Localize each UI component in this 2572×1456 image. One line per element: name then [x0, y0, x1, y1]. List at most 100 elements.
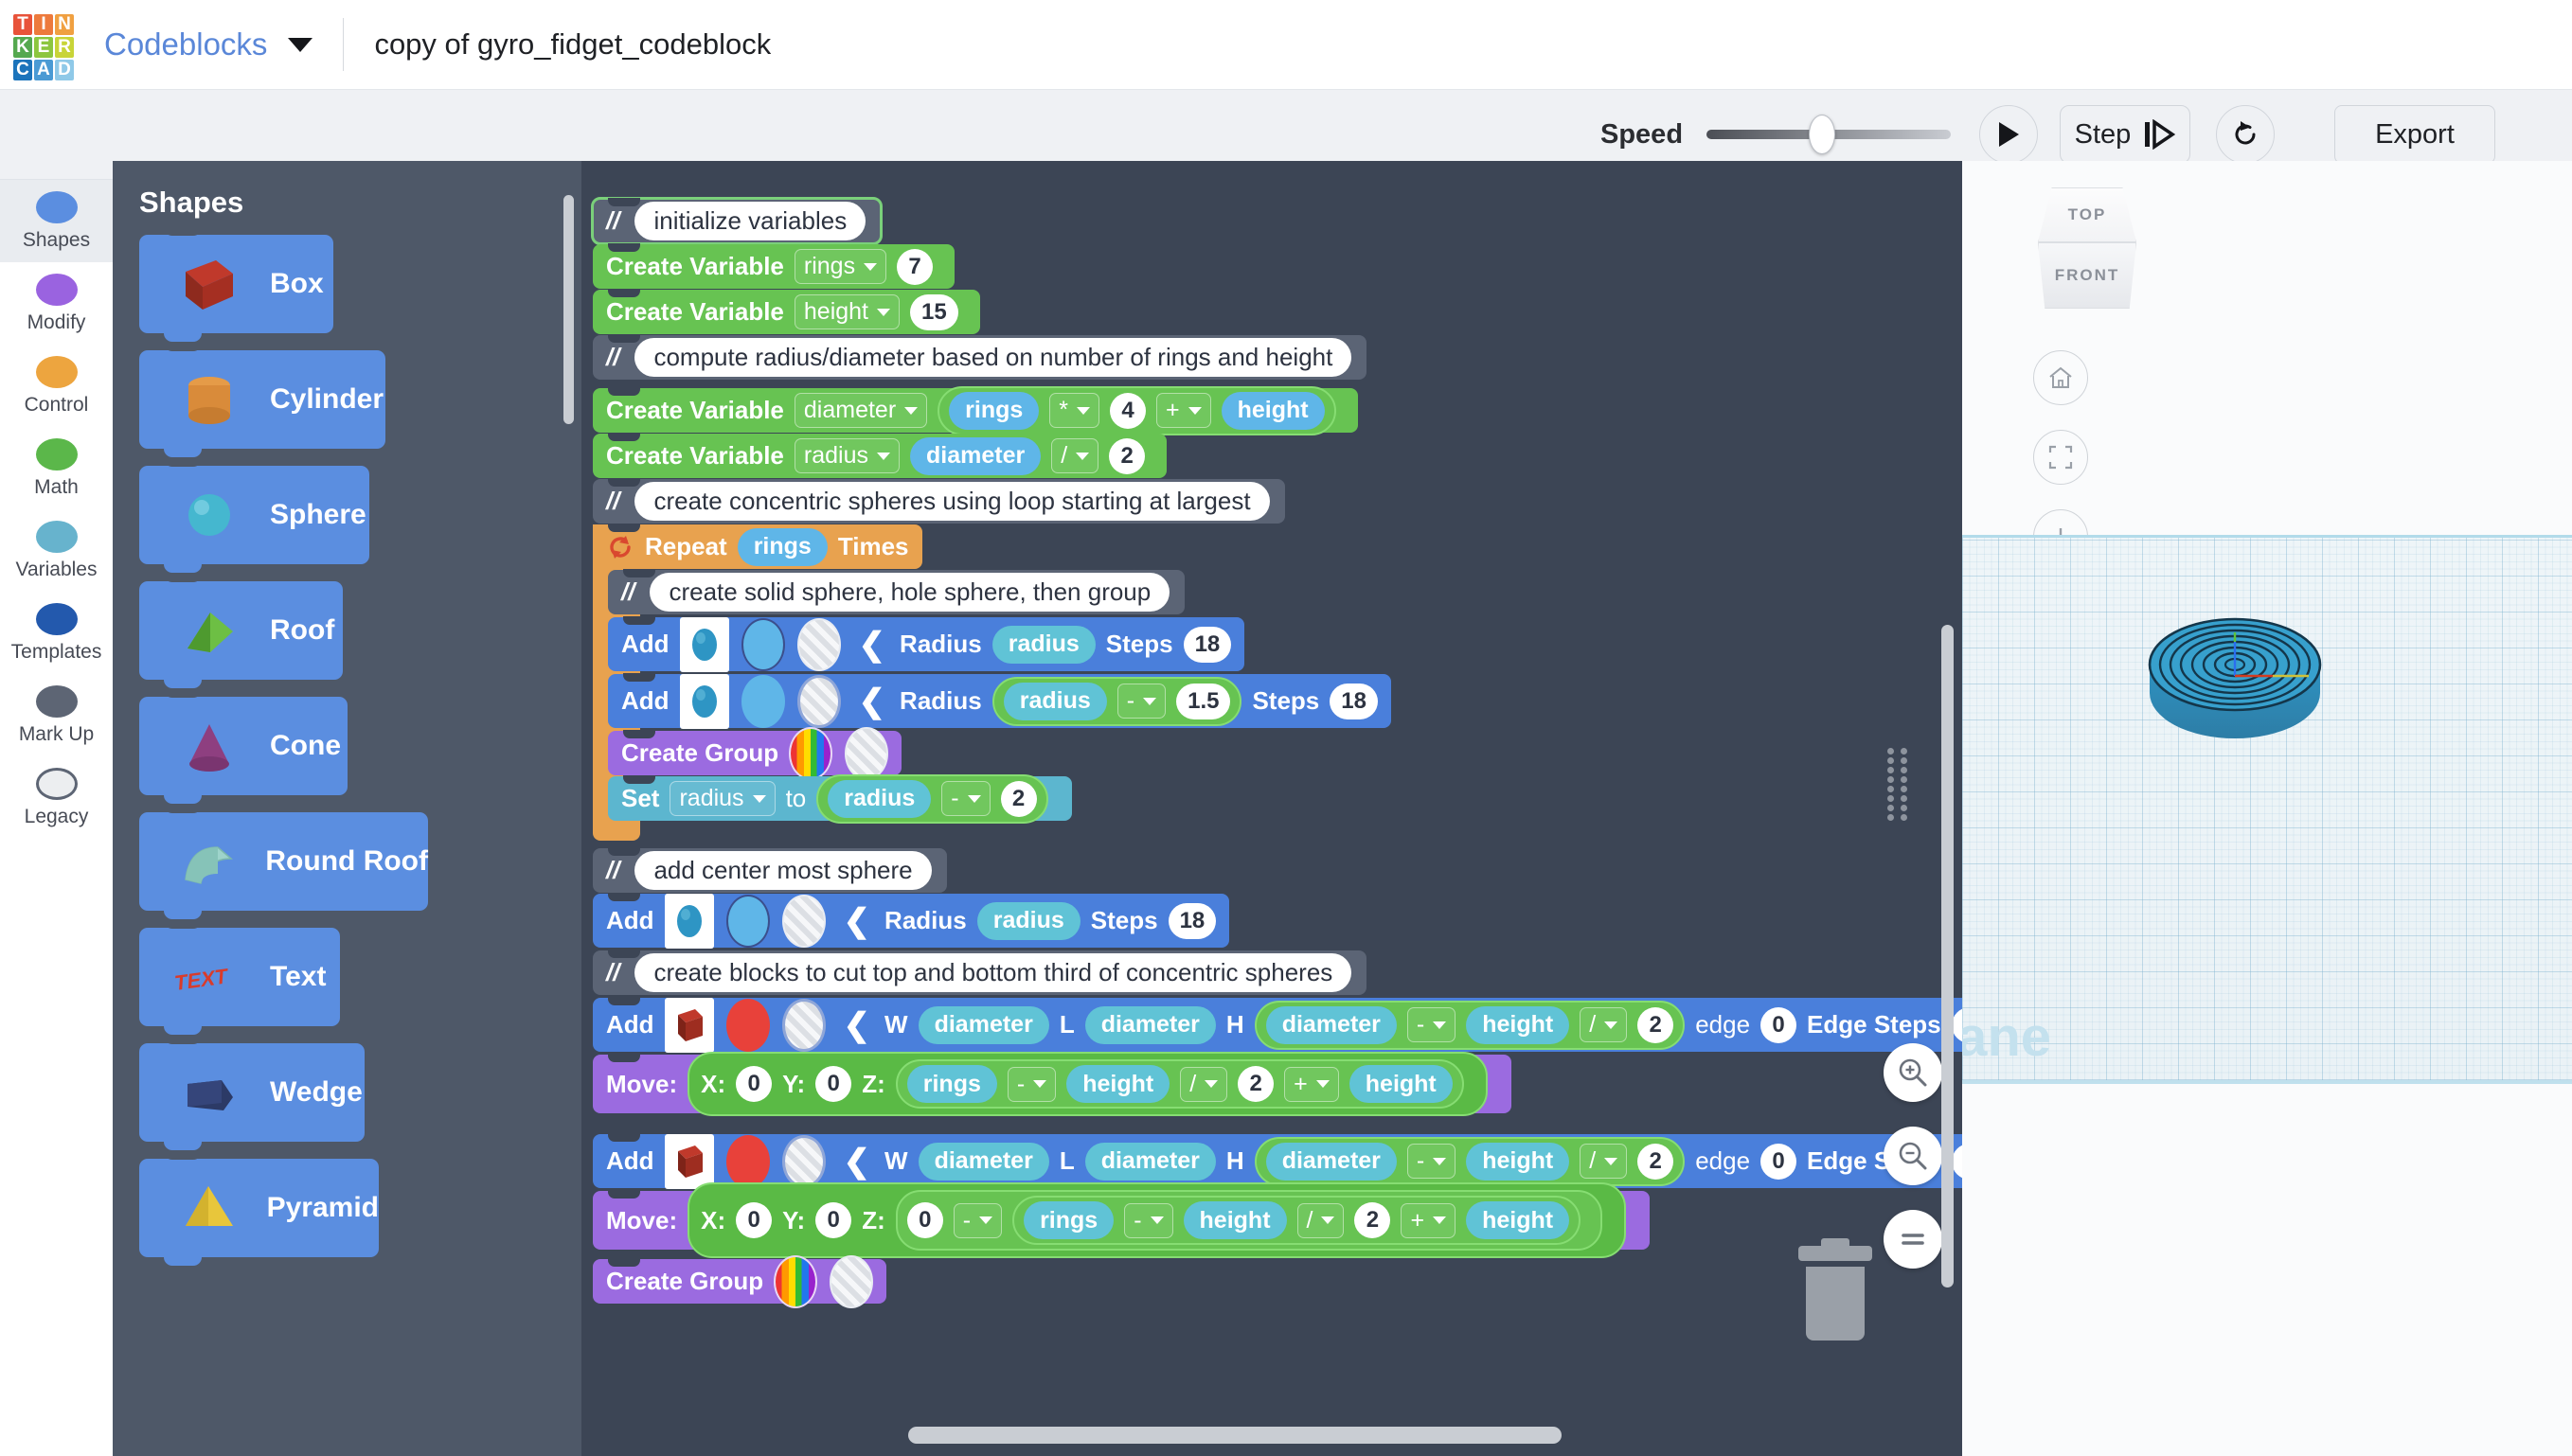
tinkercad-logo[interactable]: TIN KER CAD: [13, 14, 74, 80]
shape-block-pyramid[interactable]: Pyramid: [139, 1150, 379, 1266]
shape-block-cone[interactable]: Cone: [139, 688, 348, 804]
sidebar-item-shapes[interactable]: Shapes: [0, 180, 113, 262]
value-two[interactable]: 2: [1354, 1202, 1391, 1238]
var-diameter[interactable]: diameter: [1084, 1142, 1216, 1181]
value-height[interactable]: 15: [910, 293, 958, 330]
value-zero[interactable]: 0: [906, 1202, 943, 1238]
trash-icon[interactable]: [1795, 1238, 1876, 1341]
comment-text[interactable]: compute radius/diameter based on number …: [634, 338, 1352, 377]
operator-subtract[interactable]: -: [1406, 1144, 1456, 1179]
value-two[interactable]: 2: [1238, 1066, 1275, 1102]
solid-toggle[interactable]: [741, 617, 785, 671]
hole-toggle[interactable]: [830, 1254, 874, 1308]
sidebar-item-mark-up[interactable]: Mark Up: [0, 674, 113, 756]
var-radius[interactable]: radius: [991, 625, 1096, 664]
shape-block-sphere[interactable]: Sphere: [139, 457, 369, 573]
operator-divide[interactable]: /: [1580, 1144, 1628, 1179]
var-height[interactable]: height: [1466, 1201, 1570, 1239]
sphere-thumbnail-icon[interactable]: [679, 616, 729, 672]
solid-toggle[interactable]: [741, 674, 785, 728]
operator-divide[interactable]: /: [1296, 1202, 1345, 1238]
var-height[interactable]: height: [1066, 1065, 1170, 1103]
canvas-vertical-scrollbar[interactable]: [1941, 625, 1954, 1287]
play-button[interactable]: [1979, 105, 2038, 164]
sidebar-item-control[interactable]: Control: [0, 345, 113, 427]
var-rings[interactable]: rings: [737, 527, 828, 566]
shape-block-text[interactable]: TEXT Text: [139, 919, 340, 1035]
hole-toggle[interactable]: [796, 617, 841, 671]
operator-subtract[interactable]: -: [941, 781, 991, 816]
code-canvas[interactable]: / / initialize variables Create Variable …: [581, 161, 1962, 1456]
speed-slider-knob[interactable]: [1809, 115, 1836, 154]
var-height[interactable]: height: [1349, 1065, 1453, 1103]
restart-button[interactable]: [2216, 105, 2275, 164]
3d-viewport[interactable]: TOP FRONT lane: [1962, 161, 2572, 1456]
document-title[interactable]: copy of gyro_fidget_codeblock: [374, 27, 771, 62]
var-height[interactable]: height: [1466, 1005, 1570, 1044]
var-radius[interactable]: radius: [828, 779, 932, 818]
var-diameter[interactable]: diameter: [918, 1142, 1049, 1181]
var-rings[interactable]: rings: [949, 391, 1040, 430]
operator-add[interactable]: +: [1156, 393, 1211, 428]
comment-text[interactable]: create blocks to cut top and bottom thir…: [634, 953, 1352, 992]
var-diameter[interactable]: diameter: [1084, 1005, 1216, 1044]
value-steps[interactable]: 18: [1183, 626, 1232, 663]
var-radius[interactable]: radius: [1003, 682, 1107, 720]
value-step[interactable]: 2: [1000, 780, 1037, 817]
comment-block-center[interactable]: // add center most sphere: [593, 847, 947, 893]
operator-subtract[interactable]: -: [1406, 1007, 1456, 1042]
collapse-arrow-icon[interactable]: ❮: [859, 683, 886, 720]
var-radius[interactable]: radius: [976, 901, 1081, 940]
variable-dropdown-height[interactable]: height: [794, 294, 901, 329]
variable-dropdown-diameter[interactable]: diameter: [794, 393, 928, 428]
create-variable-diameter[interactable]: Create Variable diameter rings * 4 + hei…: [593, 385, 1358, 435]
canvas-zoom-out-button[interactable]: [1884, 1127, 1942, 1185]
var-height[interactable]: height: [1221, 391, 1325, 430]
sidebar-item-modify[interactable]: Modify: [0, 262, 113, 345]
add-sphere-hole[interactable]: Add ❮ Radius radius - 1.5 Steps 18: [608, 673, 1391, 729]
canvas-horizontal-scrollbar[interactable]: [908, 1427, 1562, 1444]
add-box-top[interactable]: Add ❮ W diameter L diameter H diameter -…: [593, 997, 1962, 1053]
fit-to-view-button[interactable]: [2033, 430, 2088, 485]
create-variable-rings[interactable]: Create Variable rings 7: [593, 243, 956, 289]
variable-dropdown-radius[interactable]: radius: [670, 781, 776, 816]
operator-divide[interactable]: /: [1580, 1007, 1628, 1042]
operator-subtract[interactable]: -: [1007, 1066, 1057, 1102]
home-view-button[interactable]: [2033, 350, 2088, 405]
operator-divide[interactable]: /: [1051, 438, 1099, 473]
palette-scrollbar[interactable]: [563, 195, 574, 424]
sidebar-item-variables[interactable]: Variables: [0, 509, 113, 592]
view-cube[interactable]: TOP FRONT: [2030, 187, 2144, 309]
create-variable-height[interactable]: Create Variable height 15: [593, 289, 980, 334]
hole-toggle[interactable]: [781, 1134, 826, 1188]
value-rings[interactable]: 7: [897, 248, 934, 285]
var-diameter[interactable]: diameter: [918, 1005, 1049, 1044]
operator-multiply[interactable]: *: [1049, 393, 1100, 428]
value-four[interactable]: 4: [1110, 392, 1147, 429]
comment-text[interactable]: initialize variables: [634, 202, 866, 240]
sidebar-item-math[interactable]: Math: [0, 427, 113, 509]
export-button[interactable]: Export: [2334, 105, 2495, 164]
value-two[interactable]: 2: [1637, 1006, 1674, 1043]
sidebar-item-legacy[interactable]: Legacy: [0, 756, 113, 839]
solid-toggle[interactable]: [725, 1134, 770, 1188]
shape-block-roof[interactable]: Roof: [139, 573, 343, 688]
hole-toggle[interactable]: [781, 998, 826, 1052]
value-x[interactable]: 0: [736, 1202, 773, 1238]
comment-block-solid-hole[interactable]: // create solid sphere, hole sphere, the…: [608, 569, 1186, 614]
operator-subtract[interactable]: -: [1116, 684, 1167, 719]
speed-slider[interactable]: [1706, 115, 1952, 154]
view-cube-front-face[interactable]: FRONT: [2038, 242, 2136, 309]
set-radius-block[interactable]: Set radius to radius - 2: [608, 773, 1072, 824]
value-edge[interactable]: 0: [1760, 1006, 1797, 1043]
create-variable-radius[interactable]: Create Variable radius diameter / 2: [593, 433, 1168, 478]
comment-text[interactable]: create concentric spheres using loop sta…: [634, 482, 1270, 521]
move-box-top[interactable]: Move: X: 0 Y: 0 Z: rings - height / 2 + …: [593, 1052, 1511, 1116]
var-rings[interactable]: rings: [906, 1065, 997, 1103]
value-x[interactable]: 0: [736, 1066, 773, 1102]
collapse-arrow-icon[interactable]: ❮: [844, 1143, 871, 1181]
multicolor-toggle[interactable]: [774, 1254, 818, 1308]
repeat-block[interactable]: Repeat rings Times: [593, 524, 922, 569]
shape-block-cylinder[interactable]: Cylinder: [139, 342, 385, 457]
variable-dropdown-radius[interactable]: radius: [794, 438, 900, 473]
